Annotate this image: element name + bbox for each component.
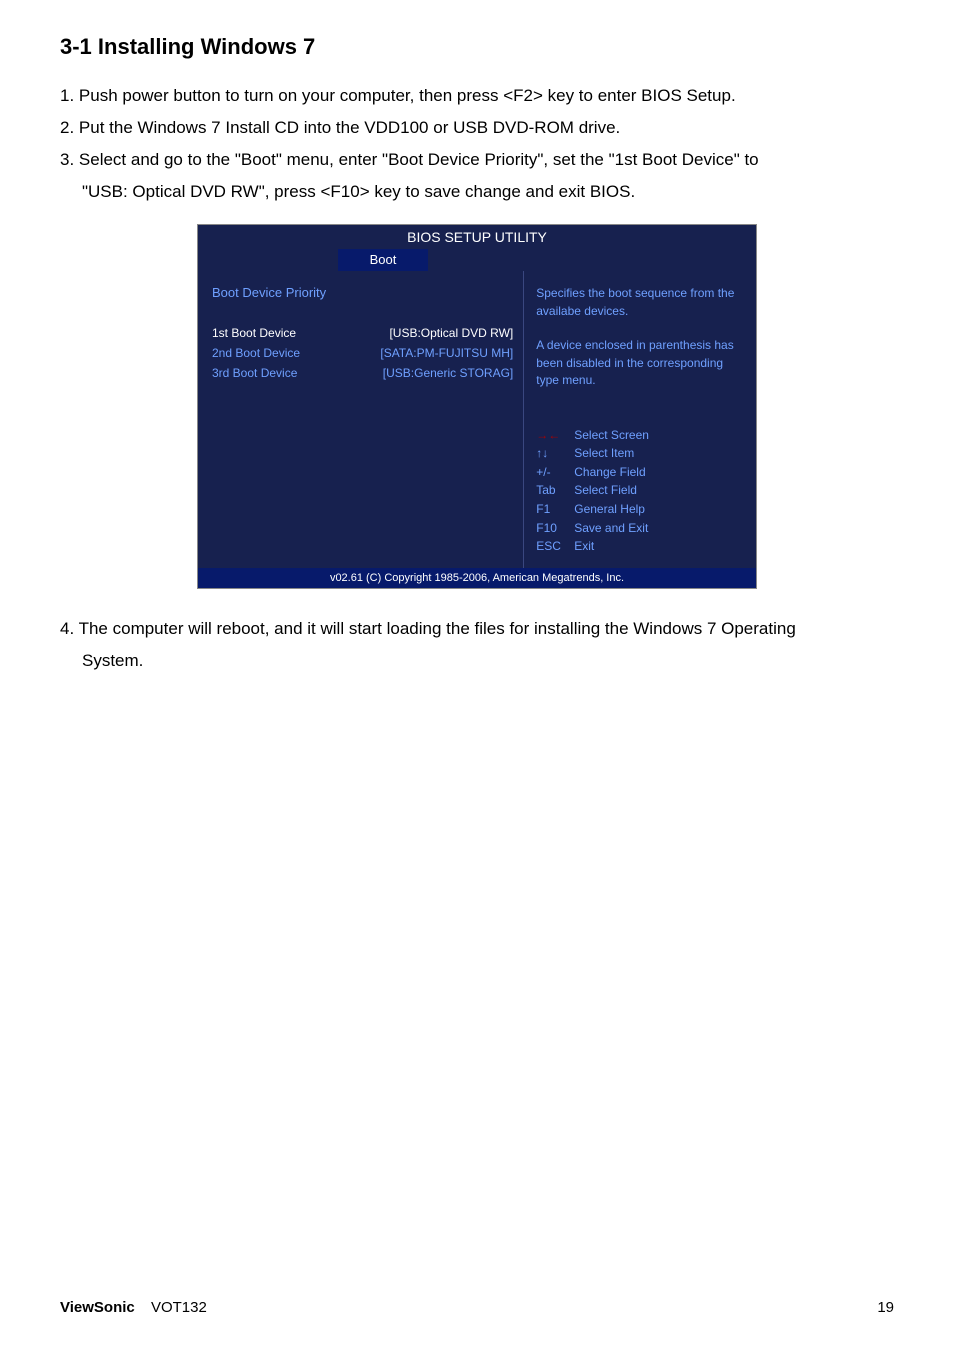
bios-help-text: Specifies the boot sequence from the ava… <box>536 285 744 389</box>
boot-row-2-value: [SATA:PM-FUJITSU MH] <box>380 346 513 360</box>
help-line-save-exit: F10 Save and Exit <box>536 519 744 538</box>
help-desc: Exit <box>574 537 594 556</box>
help-line-change-field: +/- Change Field <box>536 463 744 482</box>
footer-brand: ViewSonic <box>60 1299 135 1316</box>
footer-left: ViewSonic VOT132 <box>60 1299 207 1316</box>
help-desc: General Help <box>574 500 645 519</box>
plusminus-key: +/- <box>536 463 574 482</box>
f1-key: F1 <box>536 500 574 519</box>
bios-title: BIOS SETUP UTILITY <box>198 225 756 249</box>
boot-row-1: 1st Boot Device [USB:Optical DVD RW] <box>212 326 513 340</box>
step-1: 1. Push power button to turn on your com… <box>60 82 894 110</box>
footer-model: VOT132 <box>151 1299 207 1316</box>
help-desc: Change Field <box>574 463 645 482</box>
boot-row-1-value: [USB:Optical DVD RW] <box>389 326 513 340</box>
help-line-select-item: ↑↓ Select Item <box>536 444 744 463</box>
esc-key: ESC <box>536 537 574 556</box>
boot-row-2: 2nd Boot Device [SATA:PM-FUJITSU MH] <box>212 346 513 360</box>
step-4-line2: System. <box>60 647 894 675</box>
updown-icon: ↑↓ <box>536 444 574 463</box>
boot-row-3-value: [USB:Generic STORAG] <box>383 366 513 380</box>
bios-right-pane: Specifies the boot sequence from the ava… <box>524 271 756 568</box>
boot-row-1-label: 1st Boot Device <box>212 326 389 340</box>
boot-row-2-label: 2nd Boot Device <box>212 346 380 360</box>
bios-left-pane: Boot Device Priority 1st Boot Device [US… <box>198 271 524 568</box>
boot-priority-label: Boot Device Priority <box>212 285 513 300</box>
boot-row-3-label: 3rd Boot Device <box>212 366 383 380</box>
help-desc: Select Screen <box>574 426 649 445</box>
help-line-select-field: Tab Select Field <box>536 481 744 500</box>
bios-footer: v02.61 (C) Copyright 1985-2006, American… <box>198 568 756 588</box>
help-desc: Select Field <box>574 481 637 500</box>
page-footer: ViewSonic VOT132 19 <box>60 1299 894 1316</box>
section-heading: 3-1 Installing Windows 7 <box>60 34 894 60</box>
bios-key-help: →← Select Screen ↑↓ Select Item +/- Chan… <box>536 390 744 556</box>
bios-screenshot: BIOS SETUP UTILITY Boot Boot Device Prio… <box>197 224 757 589</box>
arrows-icon: →← <box>536 426 574 445</box>
step-4-line1: 4. The computer will reboot, and it will… <box>60 615 894 643</box>
help-desc: Save and Exit <box>574 519 648 538</box>
bios-tab-boot: Boot <box>338 249 428 271</box>
help-desc: Select Item <box>574 444 634 463</box>
help-line-exit: ESC Exit <box>536 537 744 556</box>
help-line-general-help: F1 General Help <box>536 500 744 519</box>
tab-key: Tab <box>536 481 574 500</box>
help-line-select-screen: →← Select Screen <box>536 426 744 445</box>
step-3-line2: "USB: Optical DVD RW", press <F10> key t… <box>60 178 894 206</box>
bios-tabbar: Boot <box>198 249 756 271</box>
step-3-line1: 3. Select and go to the "Boot" menu, ent… <box>60 146 894 174</box>
f10-key: F10 <box>536 519 574 538</box>
footer-page-number: 19 <box>877 1299 894 1316</box>
boot-row-3: 3rd Boot Device [USB:Generic STORAG] <box>212 366 513 380</box>
step-2: 2. Put the Windows 7 Install CD into the… <box>60 114 894 142</box>
